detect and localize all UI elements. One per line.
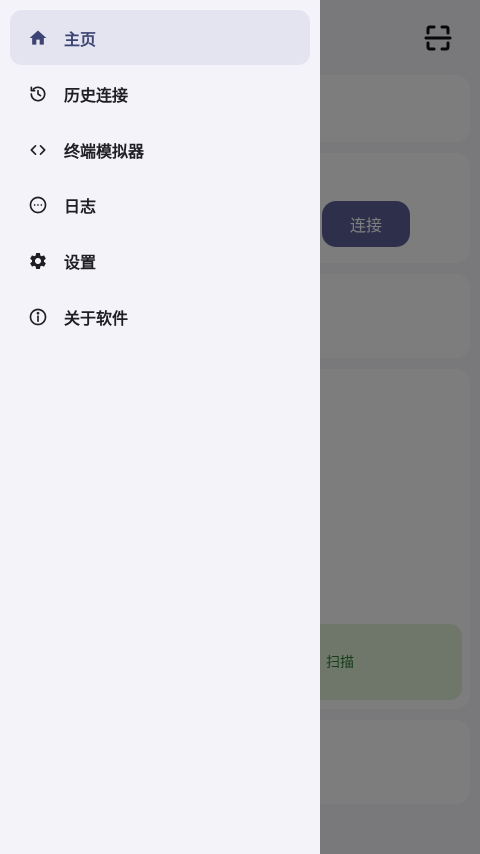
nav-item-settings[interactable]: 设置 [10,233,310,288]
nav-item-label: 日志 [64,196,97,216]
nav-item-about[interactable]: 关于软件 [10,289,310,344]
more-circle-icon [26,193,50,217]
nav-item-log[interactable]: 日志 [10,177,310,232]
nav-item-label: 关于软件 [64,308,129,328]
info-icon [26,305,50,329]
nav-item-label: 设置 [64,252,97,272]
code-icon [26,138,50,162]
nav-item-history[interactable]: 历史连接 [10,66,310,121]
home-icon [26,26,50,50]
navigation-drawer: 主页 历史连接 终端模拟器 日志 设置 关于软件 [0,0,320,854]
nav-item-terminal[interactable]: 终端模拟器 [10,122,310,177]
nav-item-home[interactable]: 主页 [10,10,310,65]
nav-item-label: 主页 [64,29,97,49]
gear-icon [26,249,50,273]
nav-item-label: 历史连接 [64,85,129,105]
nav-item-label: 终端模拟器 [64,141,145,161]
history-icon [26,82,50,106]
